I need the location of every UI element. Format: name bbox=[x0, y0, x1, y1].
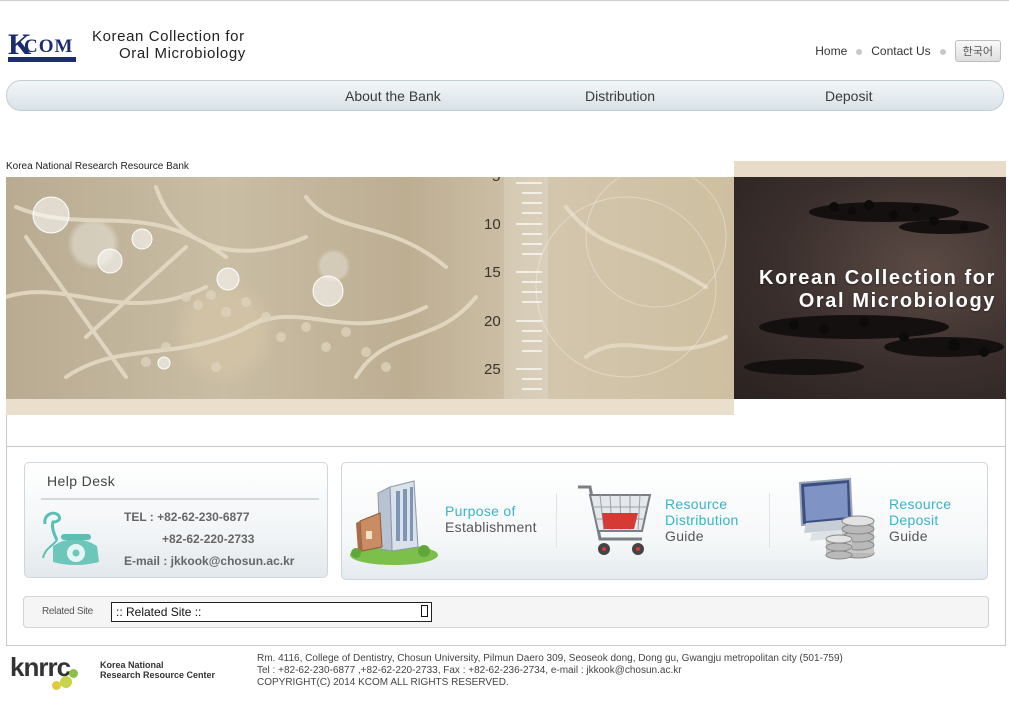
home-link[interactable]: Home bbox=[815, 44, 847, 58]
site-title-line1: Korean Collection for bbox=[92, 28, 245, 45]
guide-distribution-line2: Distribution bbox=[665, 512, 739, 528]
help-desk-email: E-mail : jkkook@chosun.ac.kr bbox=[124, 554, 295, 568]
footer-contact: Tel : +82-62-230-6877 ,+82-62-220-2733, … bbox=[257, 665, 682, 676]
footer-info: Rm. 4116, College of Dentistry, Chosun U… bbox=[257, 653, 843, 689]
help-desk-divider bbox=[41, 498, 319, 500]
monitor-coins-icon bbox=[798, 477, 875, 560]
guide-purpose-line2: Establishment bbox=[445, 519, 537, 535]
frame-border-left bbox=[6, 415, 7, 645]
microscope-texture bbox=[6, 177, 728, 399]
resource-deposit-guide-link[interactable]: Resource Deposit Guide bbox=[792, 473, 982, 569]
guide-separator bbox=[556, 493, 557, 548]
ruler-number-20: 20 bbox=[484, 313, 501, 330]
footer-copyright: COPYRIGHT(C) 2014 KCOM ALL RIGHTS RESERV… bbox=[257, 677, 509, 688]
nav-deposit[interactable]: Deposit bbox=[825, 88, 872, 104]
logo-bar bbox=[8, 57, 76, 62]
frame-border-bottom bbox=[6, 645, 1006, 646]
guide-deposit-line2: Deposit bbox=[889, 512, 939, 528]
telephone-icon bbox=[42, 511, 99, 565]
related-site-bar: Related Site :: Related Site :: bbox=[23, 596, 989, 628]
frame-border-right bbox=[1005, 399, 1006, 645]
logo-text: COM bbox=[24, 36, 74, 57]
banner-title-line1: Korean Collection for bbox=[759, 267, 996, 289]
help-desk-tel-2: +82-62-220-2733 bbox=[162, 532, 255, 546]
banner-title: Korean Collection for Oral Microbiology bbox=[759, 267, 996, 313]
guide-purpose-line1: Purpose of bbox=[445, 503, 516, 519]
banner-beige-strip-top bbox=[734, 161, 1006, 177]
guide-deposit-line3: Guide bbox=[889, 528, 928, 544]
banner-microscope-image: 5 10 15 20 25 bbox=[6, 177, 734, 399]
utility-links: Home Contact Us 한국어 bbox=[815, 40, 1001, 62]
guide-distribution-line1: Resource bbox=[665, 496, 728, 512]
main-nav: About the Bank Distribution Deposit bbox=[6, 80, 1004, 111]
purpose-of-establishment-link[interactable]: Purpose of Establishment bbox=[348, 473, 548, 569]
knrrc-logo[interactable]: knrrc Korea National Research Resource C… bbox=[10, 652, 220, 696]
ruler-number-5: 5 bbox=[492, 177, 500, 185]
ruler-number-10: 10 bbox=[484, 216, 501, 233]
site-title[interactable]: Korean Collection for Oral Microbiology bbox=[92, 28, 246, 62]
logo-dot-icon bbox=[60, 676, 72, 688]
banner-colony-image: Korean Collection for Oral Microbiology bbox=[734, 177, 1006, 399]
top-border bbox=[0, 0, 1009, 1]
separator-dot bbox=[939, 49, 946, 55]
footer-address: Rm. 4116, College of Dentistry, Chosun U… bbox=[257, 653, 843, 664]
logo-dot-icon bbox=[52, 681, 61, 690]
ruler-number-25: 25 bbox=[484, 361, 501, 378]
help-desk-panel: Help Desk TEL : +82-62-230-6877 +82-62-2… bbox=[24, 462, 328, 578]
guide-deposit-line1: Resource bbox=[889, 496, 952, 512]
korean-language-button[interactable]: 한국어 bbox=[954, 40, 1001, 62]
guide-separator bbox=[769, 493, 770, 548]
site-title-line2: Oral Microbiology bbox=[119, 45, 246, 62]
help-desk-title: Help Desk bbox=[47, 473, 116, 489]
kcom-logo[interactable]: K COM bbox=[8, 30, 76, 62]
logo-dot-icon bbox=[69, 669, 78, 678]
banner-beige-strip-bottom bbox=[6, 399, 734, 415]
knrrc-name-line1: Korea National bbox=[100, 660, 164, 670]
contact-us-link[interactable]: Contact Us bbox=[871, 44, 930, 58]
breadcrumb: Korea National Research Resource Bank bbox=[6, 161, 189, 172]
frame-border-top bbox=[6, 446, 1006, 447]
nav-distribution[interactable]: Distribution bbox=[585, 88, 655, 104]
nav-about-the-bank[interactable]: About the Bank bbox=[345, 88, 441, 104]
related-site-select[interactable]: :: Related Site :: bbox=[111, 602, 432, 622]
separator-dot bbox=[856, 49, 863, 55]
related-site-label: Related Site bbox=[42, 606, 93, 617]
banner-title-line2: Oral Microbiology bbox=[798, 290, 996, 312]
ruler-number-15: 15 bbox=[484, 264, 501, 281]
shopping-cart-icon bbox=[578, 485, 652, 555]
resource-distribution-guide-link[interactable]: Resource Distribution Guide bbox=[574, 473, 774, 569]
related-site-selected-value: :: Related Site :: bbox=[116, 605, 202, 619]
guide-distribution-line3: Guide bbox=[665, 528, 704, 544]
building-icon bbox=[350, 480, 438, 565]
knrrc-name-line2: Research Resource Center bbox=[100, 670, 216, 680]
guide-panel: Purpose of Establishment Resource Distri… bbox=[341, 462, 988, 580]
help-desk-tel: TEL : +82-62-230-6877 bbox=[124, 510, 250, 524]
dropdown-arrow-icon[interactable] bbox=[421, 605, 428, 617]
